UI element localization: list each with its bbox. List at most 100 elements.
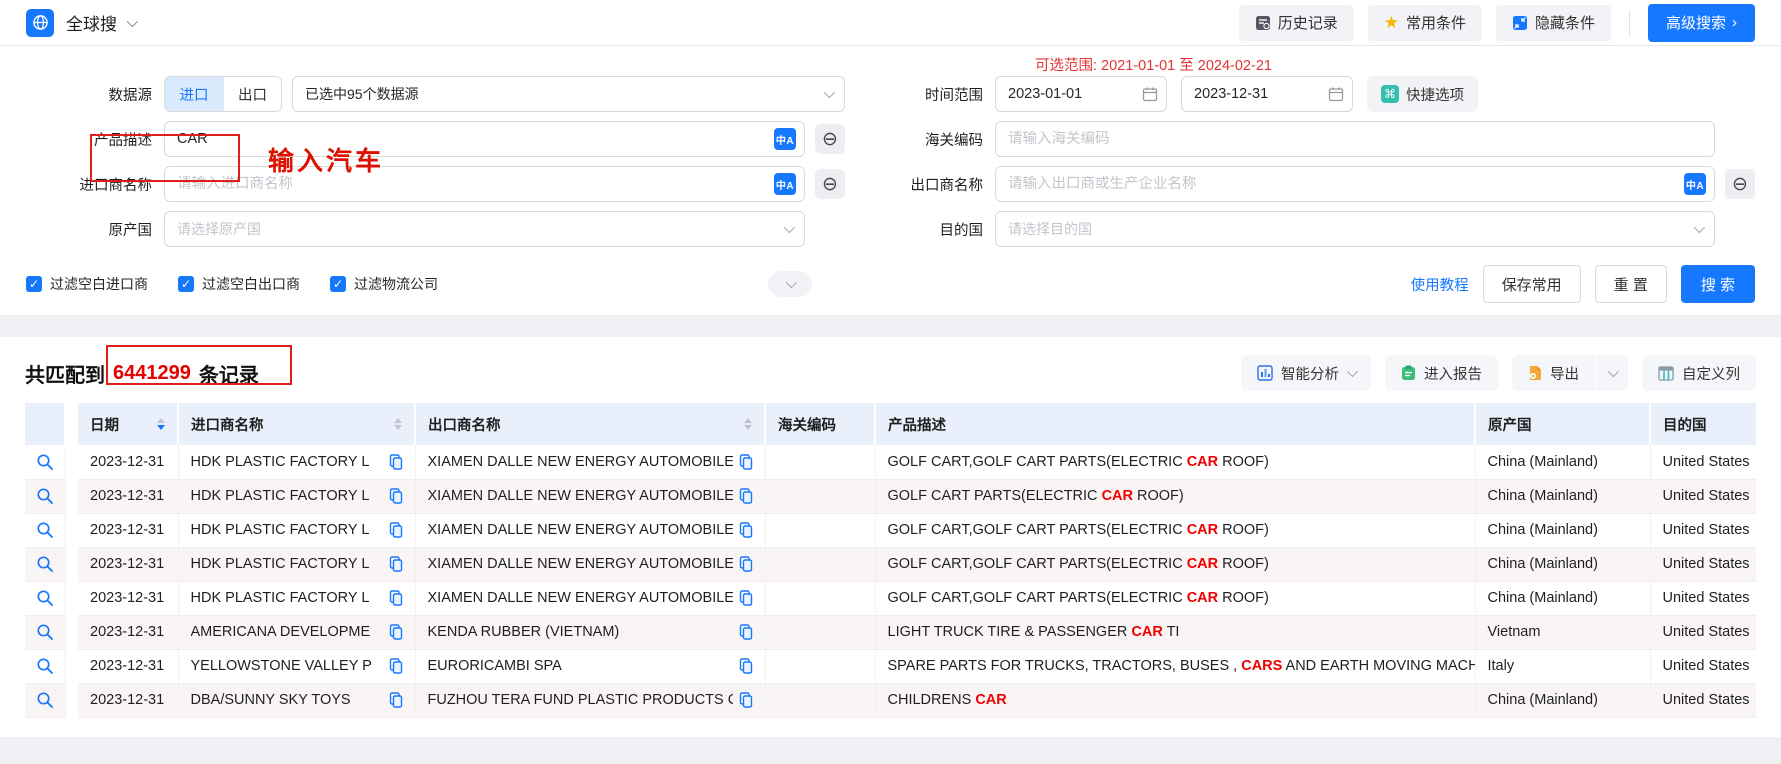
magnifier-icon[interactable] (36, 453, 54, 471)
copy-icon[interactable] (389, 488, 403, 504)
copy-icon[interactable] (739, 556, 753, 572)
copy-icon[interactable] (389, 692, 403, 708)
copy-icon[interactable] (739, 590, 753, 606)
datasource-label: 数据源 (0, 84, 164, 105)
origin-select[interactable]: 请选择原产国 (164, 211, 805, 247)
table-row[interactable]: 2023-12-31 HDK PLASTIC FACTORY L XIAMEN … (25, 547, 1756, 581)
filter-blank-exporter-checkbox[interactable]: ✓ 过滤空白出口商 (178, 274, 300, 294)
exporter-exclude-button[interactable]: ⊖ (1725, 169, 1755, 199)
table-row[interactable]: 2023-12-31 HDK PLASTIC FACTORY L XIAMEN … (25, 479, 1756, 513)
product-desc-field[interactable]: 中A (164, 121, 805, 157)
enter-report-button[interactable]: 进入报告 (1385, 355, 1498, 391)
table-row[interactable]: 2023-12-31 DBA/SUNNY SKY TOYS FUZHOU TER… (25, 683, 1756, 717)
end-date-field[interactable] (1181, 76, 1353, 112)
frozen-column-gap (65, 479, 78, 513)
app-menu-chevron-down-icon[interactable] (127, 15, 138, 26)
magnifier-icon[interactable] (36, 657, 54, 675)
copy-icon[interactable] (739, 454, 753, 470)
magnifier-icon[interactable] (36, 555, 54, 573)
table-row[interactable]: 2023-12-31 YELLOWSTONE VALLEY P EURORICA… (25, 649, 1756, 683)
importer-cell: AMERICANA DEVELOPME (178, 615, 415, 649)
minus-circle-icon: ⊖ (1732, 173, 1748, 196)
magnifier-icon[interactable] (36, 521, 54, 539)
sort-icons[interactable] (157, 418, 165, 430)
column-header-exporter[interactable]: 出口商名称 (415, 403, 765, 445)
smart-analysis-button[interactable]: 智能分析 (1241, 355, 1371, 391)
frozen-column-gap (65, 683, 78, 717)
description-cell: GOLF CART,GOLF CART PARTS(ELECTRIC CAR R… (875, 581, 1475, 615)
tab-import[interactable]: 进口 (165, 77, 223, 111)
table-row[interactable]: 2023-12-31 AMERICANA DEVELOPME KENDA RUB… (25, 615, 1756, 649)
frozen-column-gap (65, 445, 78, 479)
export-button[interactable]: 导出 (1512, 355, 1628, 391)
translate-icon[interactable]: 中A (774, 173, 796, 195)
history-button[interactable]: 历史记录 (1239, 5, 1354, 41)
importer-input[interactable] (177, 176, 774, 192)
end-date-input[interactable] (1194, 86, 1322, 102)
description-cell: GOLF CART,GOLF CART PARTS(ELECTRIC CAR R… (875, 513, 1475, 547)
importer-exclude-button[interactable]: ⊖ (815, 169, 845, 199)
table-row[interactable]: 2023-12-31 HDK PLASTIC FACTORY L XIAMEN … (25, 581, 1756, 615)
export-dropdown-chevron[interactable] (1595, 355, 1628, 391)
filter-blank-importer-checkbox[interactable]: ✓ 过滤空白进口商 (26, 274, 148, 294)
copy-icon[interactable] (739, 522, 753, 538)
translate-icon[interactable]: 中A (774, 128, 796, 150)
save-conditions-button[interactable]: 保存常用 (1483, 265, 1581, 303)
tutorial-link[interactable]: 使用教程 (1411, 274, 1469, 295)
magnifier-icon[interactable] (36, 487, 54, 505)
copy-icon[interactable] (739, 624, 753, 640)
translate-icon[interactable]: 中A (1684, 173, 1706, 195)
exporter-input[interactable] (1008, 176, 1684, 192)
quick-options-button[interactable]: ⌘ 快捷选项 (1367, 76, 1478, 112)
copy-icon[interactable] (389, 522, 403, 538)
hs-code-input[interactable] (1008, 131, 1706, 147)
search-button[interactable]: 搜 索 (1681, 265, 1755, 303)
frozen-column-gap (65, 615, 78, 649)
copy-icon[interactable] (739, 658, 753, 674)
column-header-importer[interactable]: 进口商名称 (178, 403, 415, 445)
tab-export[interactable]: 出口 (223, 77, 281, 111)
magnifier-icon[interactable] (36, 691, 54, 709)
hide-conditions-button[interactable]: 隐藏条件 (1496, 5, 1611, 41)
row-detail-cell (25, 513, 65, 547)
sort-icons[interactable] (394, 418, 402, 430)
product-exclude-button[interactable]: ⊖ (815, 124, 845, 154)
magnifier-icon[interactable] (36, 623, 54, 641)
advanced-search-button[interactable]: 高级搜索 › (1648, 4, 1755, 42)
hs-code-field[interactable] (995, 121, 1715, 157)
table-row[interactable]: 2023-12-31 HDK PLASTIC FACTORY L XIAMEN … (25, 513, 1756, 547)
copy-icon[interactable] (389, 454, 403, 470)
magnifier-icon[interactable] (36, 589, 54, 607)
filter-logistics-checkbox[interactable]: ✓ 过滤物流公司 (330, 274, 438, 294)
copy-icon[interactable] (739, 488, 753, 504)
chevron-down-icon (786, 277, 797, 288)
importer-field[interactable]: 中A (164, 166, 805, 202)
datasource-select[interactable]: 已选中95个数据源 (292, 76, 845, 112)
table-row[interactable]: 2023-12-31 HDK PLASTIC FACTORY L XIAMEN … (25, 445, 1756, 479)
sort-icons[interactable] (744, 418, 752, 430)
exporter-cell: KENDA RUBBER (VIETNAM) (415, 615, 765, 649)
destination-cell: United States (1650, 683, 1756, 717)
collapse-form-button[interactable] (768, 271, 812, 297)
start-date-input[interactable] (1008, 86, 1136, 102)
favorites-button[interactable]: ★ 常用条件 (1368, 5, 1482, 41)
custom-columns-button[interactable]: 自定义列 (1642, 355, 1756, 391)
exporter-field[interactable]: 中A (995, 166, 1715, 202)
description-cell: GOLF CART PARTS(ELECTRIC CAR ROOF) (875, 479, 1475, 513)
copy-icon[interactable] (389, 590, 403, 606)
copy-icon[interactable] (739, 692, 753, 708)
hscode-cell (765, 513, 875, 547)
copy-icon[interactable] (389, 624, 403, 640)
column-header-description: 产品描述 (875, 403, 1475, 445)
column-header-date[interactable]: 日期 (78, 403, 178, 445)
destination-select[interactable]: 请选择目的国 (995, 211, 1715, 247)
minus-circle-icon: ⊖ (822, 173, 838, 196)
copy-icon[interactable] (389, 556, 403, 572)
reset-button[interactable]: 重 置 (1595, 265, 1667, 303)
product-desc-input[interactable] (177, 131, 774, 147)
date-cell: 2023-12-31 (78, 581, 178, 615)
row-detail-cell (25, 683, 65, 717)
copy-icon[interactable] (389, 658, 403, 674)
row-detail-cell (25, 445, 65, 479)
start-date-field[interactable] (995, 76, 1167, 112)
